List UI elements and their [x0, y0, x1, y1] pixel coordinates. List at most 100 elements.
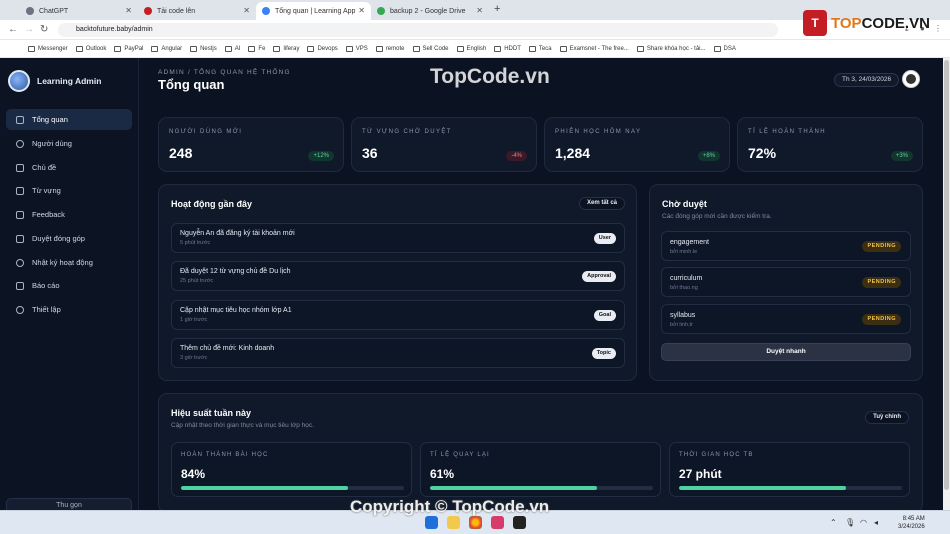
user-avatar-icon — [906, 74, 916, 84]
windows-start-icon[interactable] — [425, 516, 438, 529]
panel-subtitle: Cập nhật theo thời gian thực và mục tiêu… — [171, 422, 314, 429]
bookmark-item[interactable]: HDDT — [494, 45, 521, 52]
new-tab-button[interactable]: + — [494, 3, 500, 15]
view-all-button[interactable]: Xem tất cả — [578, 197, 625, 210]
activity-row[interactable]: Đã duyệt 12 từ vựng chủ đề Du lịch 25 ph… — [171, 261, 625, 291]
bookmark-item[interactable]: Share khóa học - tải... — [636, 45, 706, 52]
close-tab-icon[interactable]: ✕ — [358, 6, 365, 15]
sidebar-item-overview[interactable]: Tổng quan — [6, 109, 132, 130]
folder-icon — [151, 45, 159, 52]
tray-chevron-up-icon[interactable]: ⌃ — [830, 518, 837, 527]
activity-tag: User — [593, 233, 616, 244]
pending-row[interactable]: curriculum bởi thao.ng PENDING — [661, 267, 911, 297]
sidebar-item-reports[interactable]: Báo cáo — [6, 275, 132, 296]
brand[interactable]: Learning Admin — [8, 70, 101, 92]
terminal-icon[interactable] — [513, 516, 526, 529]
sidebar-item-contributions[interactable]: Duyệt đóng góp — [6, 228, 132, 249]
pending-author: bởi thao.ng — [670, 285, 698, 291]
book-icon — [16, 186, 24, 195]
mic-icon[interactable]: 🎙 — [845, 518, 855, 527]
sidebar-item-settings[interactable]: Thiết lập — [6, 299, 132, 320]
stat-label: TỈ LỆ HOÀN THÀNH — [748, 129, 826, 135]
bookmark-item[interactable]: Outlook — [75, 45, 106, 52]
file-explorer-icon[interactable] — [447, 516, 460, 529]
close-tab-icon[interactable]: ✕ — [125, 6, 132, 15]
bookmark-item[interactable]: Angular — [151, 45, 182, 52]
bookmark-item[interactable]: liferay — [273, 45, 299, 52]
folder-icon — [345, 45, 353, 52]
bookmark-item[interactable]: Teca — [528, 45, 552, 52]
page-scrollbar[interactable] — [943, 58, 950, 510]
sidebar-item-vocabulary[interactable]: Từ vựng — [6, 180, 132, 201]
bookmark-item[interactable]: VPS — [345, 45, 368, 52]
stat-value: 1,284 — [555, 145, 591, 161]
quick-approve-button[interactable]: Duyệt nhanh — [661, 343, 911, 361]
menu-kebab-icon[interactable]: ⋮ — [934, 24, 942, 33]
sidebar-item-feedback[interactable]: Feedback — [6, 204, 132, 225]
bookmark-item[interactable]: Devops — [307, 45, 338, 52]
stat-delta-badge: +8% — [697, 151, 720, 161]
drive-favicon-icon — [377, 7, 385, 15]
panel-title: Chờ duyệt — [662, 199, 707, 209]
tab-chatgpt[interactable]: ChatGPT ✕ — [20, 2, 138, 20]
bookmark-icon — [28, 45, 35, 52]
perf-card-avg-study-time: THỜI GIAN HỌC TB 27 phút — [669, 442, 910, 497]
bookmark-item[interactable]: PayPal — [114, 45, 143, 52]
activity-row[interactable]: Nguyễn An đã đăng ký tài khoản mới 5 phú… — [171, 223, 625, 253]
system-clock[interactable]: 8:45 AM 3/24/2026 — [898, 515, 925, 531]
bookmark-item[interactable]: Nestjs — [190, 45, 217, 52]
activity-tag: Goal — [593, 310, 616, 321]
back-arrow-icon[interactable]: ← — [8, 24, 18, 35]
folder-icon — [375, 45, 383, 52]
bookmark-item[interactable]: remote — [375, 45, 405, 52]
stat-value: 36 — [362, 145, 378, 161]
panel-title: Hiệu suất tuần này — [171, 408, 252, 418]
tab-upload-code[interactable]: Tải code lên ✕ — [138, 2, 256, 20]
tab-learning-app[interactable]: Tổng quan | Learning App ✕ — [256, 2, 371, 20]
folder-icon — [412, 45, 420, 52]
folder-icon — [528, 45, 536, 52]
forward-arrow-icon[interactable]: → — [24, 24, 34, 35]
bookmark-item[interactable]: Messenger — [28, 45, 68, 52]
url-input[interactable]: backtofuture.baby/admin — [58, 23, 778, 37]
topcode-watermark-logo: T TOPCODE.VN — [803, 10, 930, 36]
admin-app: Learning Admin Tổng quan Người dùng Chủ … — [0, 58, 943, 510]
pending-word: syllabus — [670, 312, 696, 319]
pending-word: curriculum — [670, 275, 703, 282]
stat-card-completion-rate: TỈ LỆ HOÀN THÀNH 72% +3% — [737, 117, 923, 172]
customize-button[interactable]: Tuỳ chỉnh — [865, 411, 909, 424]
close-tab-icon[interactable]: ✕ — [476, 6, 483, 15]
reload-icon[interactable]: ↻ — [40, 24, 48, 35]
sidebar-item-activity-log[interactable]: Nhật ký hoạt động — [6, 252, 132, 273]
chat-icon — [16, 163, 24, 172]
avatar[interactable] — [902, 70, 920, 88]
activity-title: Nguyễn An đã đăng ký tài khoản mới — [180, 230, 295, 237]
activity-time: 1 giờ trước — [180, 317, 208, 323]
bookmark-item[interactable]: AI — [224, 45, 240, 52]
bookmark-item[interactable]: Fe — [248, 45, 265, 52]
pending-row[interactable]: engagement bởi minh.le PENDING — [661, 231, 911, 261]
folder-icon — [273, 45, 281, 52]
wifi-icon[interactable]: ◠ — [860, 518, 867, 527]
chrome-icon[interactable] — [469, 516, 482, 529]
stat-delta-badge: -4% — [506, 151, 527, 161]
bookmark-item[interactable]: English — [456, 45, 486, 52]
tab-google-drive[interactable]: backup 2 - Google Drive ✕ — [371, 2, 489, 20]
bookmark-item[interactable]: DSA — [713, 45, 736, 52]
scrollbar-thumb[interactable] — [944, 60, 949, 490]
collapse-sidebar-button[interactable]: Thu gọn — [6, 498, 132, 510]
perf-label: HOÀN THÀNH BÀI HỌC — [181, 452, 269, 458]
topcode-logo-text: TOPCODE.VN — [831, 14, 930, 32]
sidebar-item-users[interactable]: Người dùng — [6, 133, 132, 154]
pending-row[interactable]: syllabus bởi linh.tr PENDING — [661, 304, 911, 334]
close-tab-icon[interactable]: ✕ — [243, 6, 250, 15]
activity-row[interactable]: Cập nhật mục tiêu học nhóm lớp A1 1 giờ … — [171, 300, 625, 330]
bookmark-item[interactable]: Sell Code — [412, 45, 449, 52]
bookmark-icon — [636, 45, 644, 52]
activity-row[interactable]: Thêm chủ đề mới: Kinh doanh 3 giờ trước … — [171, 338, 625, 368]
jetbrains-icon[interactable] — [491, 516, 504, 529]
volume-icon[interactable]: ◂ — [874, 518, 878, 527]
sidebar-item-topics[interactable]: Chủ đề — [6, 157, 132, 178]
bookmark-item[interactable]: Examsnet - The free... — [559, 45, 629, 52]
status-badge: PENDING — [862, 277, 901, 288]
